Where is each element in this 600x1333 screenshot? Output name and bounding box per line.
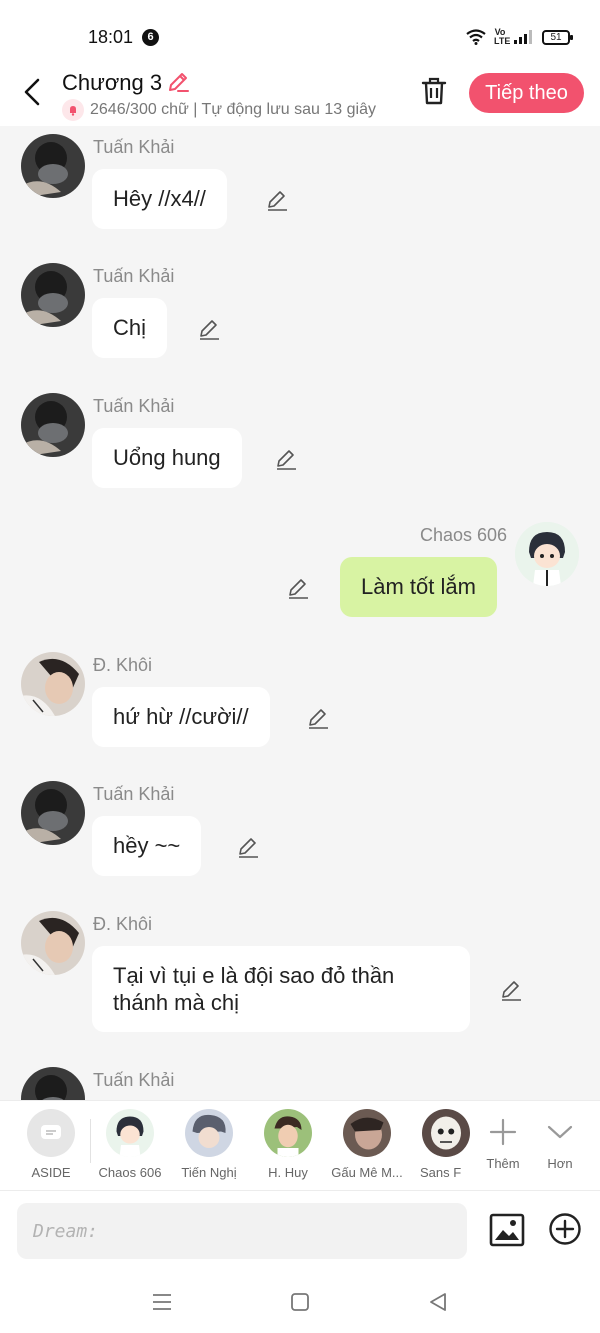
back-arrow-icon[interactable] <box>18 76 46 108</box>
composer <box>0 1190 600 1268</box>
avatar <box>422 1109 470 1157</box>
avatar[interactable] <box>515 522 579 586</box>
notification-count-badge: 6 <box>142 29 159 46</box>
message-bubble[interactable]: hềy ~~ <box>92 816 202 876</box>
character-selector: ASIDE Chaos 606 Tiến Nghị H. Huy Gấu Mê … <box>0 1100 600 1190</box>
collapse-label: Hơn <box>547 1156 573 1171</box>
back-triangle-icon[interactable] <box>426 1290 450 1314</box>
status-bar: 18:01 6 Vo LTE 51 <box>0 0 600 70</box>
avatar[interactable] <box>21 911 85 975</box>
avatar <box>264 1109 312 1157</box>
avatar <box>106 1109 154 1157</box>
collapse-button[interactable]: Hơn <box>530 1109 590 1171</box>
avatar[interactable] <box>21 263 85 327</box>
subline-text: 2646/300 chữ | Tự động lưu sau 13 giây <box>90 101 376 118</box>
home-icon[interactable] <box>288 1290 312 1314</box>
word-count-autosave: 2646/300 chữ | Tự động lưu sau 13 giây <box>62 99 398 121</box>
chapter-title: Chương 3 <box>62 70 163 95</box>
status-icons: Vo LTE 51 <box>466 27 573 46</box>
character-label: H. Huy <box>268 1165 308 1180</box>
edit-message-icon[interactable] <box>236 835 260 859</box>
character-h-huy[interactable]: H. Huy <box>248 1109 328 1180</box>
avatar[interactable] <box>21 1067 85 1100</box>
edit-message-icon[interactable] <box>274 447 298 471</box>
sender-name: Chaos 606 <box>420 525 508 545</box>
avatar[interactable] <box>21 652 85 716</box>
character-label: Gấu Mê M... <box>331 1165 403 1180</box>
menu-icon[interactable] <box>150 1290 174 1314</box>
character-label: ASIDE <box>31 1165 71 1180</box>
edit-title-icon[interactable] <box>166 70 190 94</box>
chevron-down-icon <box>547 1125 573 1139</box>
message-input[interactable] <box>17 1203 467 1259</box>
system-nav-bar <box>0 1268 600 1333</box>
character-label: Tiến Nghị <box>181 1165 237 1180</box>
edit-message-icon[interactable] <box>265 188 289 212</box>
character-aside[interactable]: ASIDE <box>11 1109 91 1180</box>
sender-name: Tuấn Khải <box>93 266 175 286</box>
message-bubble[interactable]: Tại vì tụi e là đội sao đỏ thần thánh mà… <box>92 946 470 1032</box>
edit-message-icon[interactable] <box>306 706 330 730</box>
avatar[interactable] <box>21 134 85 198</box>
character-label: Chaos 606 <box>98 1165 162 1180</box>
character-label: Sans F <box>420 1165 462 1180</box>
wifi-icon <box>466 29 486 45</box>
volte-label: Vo LTE <box>494 27 511 46</box>
edit-message-icon[interactable] <box>286 576 310 600</box>
message-bubble[interactable]: Chị <box>92 298 168 358</box>
avatar <box>185 1109 233 1157</box>
aside-icon <box>27 1109 75 1157</box>
add-circle-icon[interactable] <box>548 1212 582 1246</box>
sender-name: Đ. Khôi <box>93 914 153 934</box>
add-label: Thêm <box>486 1156 520 1171</box>
avatar[interactable] <box>21 781 85 845</box>
chapter-header: Chương 3 2646/300 chữ | Tự động lưu sau … <box>0 62 600 126</box>
message-bubble[interactable]: Hêy //x4// <box>92 169 227 229</box>
edit-message-icon[interactable] <box>197 317 221 341</box>
status-time: 18:01 <box>88 27 134 47</box>
signal-icon <box>514 30 532 44</box>
message-bubble[interactable]: Uổng hung <box>92 428 242 488</box>
character-sans[interactable]: Sans F <box>406 1109 470 1180</box>
sender-name: Tuấn Khải <box>93 137 175 157</box>
trash-icon[interactable] <box>420 76 448 106</box>
avatar <box>343 1109 391 1157</box>
message-bubble[interactable]: Làm tốt lắm <box>340 557 497 617</box>
character-gau-me[interactable]: Gấu Mê M... <box>327 1109 407 1180</box>
message-bubble[interactable]: hứ hừ //cười// <box>92 687 270 747</box>
plus-icon <box>489 1118 517 1146</box>
chat-thread[interactable]: Tuấn Khải Hêy //x4// Tuấn Khải Chị Tuấn … <box>0 126 600 1100</box>
image-icon[interactable] <box>489 1212 525 1248</box>
bell-icon <box>62 99 84 121</box>
edit-message-icon[interactable] <box>499 978 523 1002</box>
character-tien-nghi[interactable]: Tiến Nghị <box>169 1109 249 1180</box>
sender-name: Tuấn Khải <box>93 396 175 416</box>
sender-name: Tuấn Khải <box>93 784 175 804</box>
add-character-button[interactable]: Thêm <box>473 1109 533 1171</box>
battery-indicator: 51 <box>542 29 573 45</box>
sender-name: Tuấn Khải <box>93 1070 175 1090</box>
character-chaos-606[interactable]: Chaos 606 <box>90 1109 170 1180</box>
next-button[interactable]: Tiếp theo <box>469 73 584 113</box>
avatar[interactable] <box>21 393 85 457</box>
sender-name: Đ. Khôi <box>93 655 153 675</box>
